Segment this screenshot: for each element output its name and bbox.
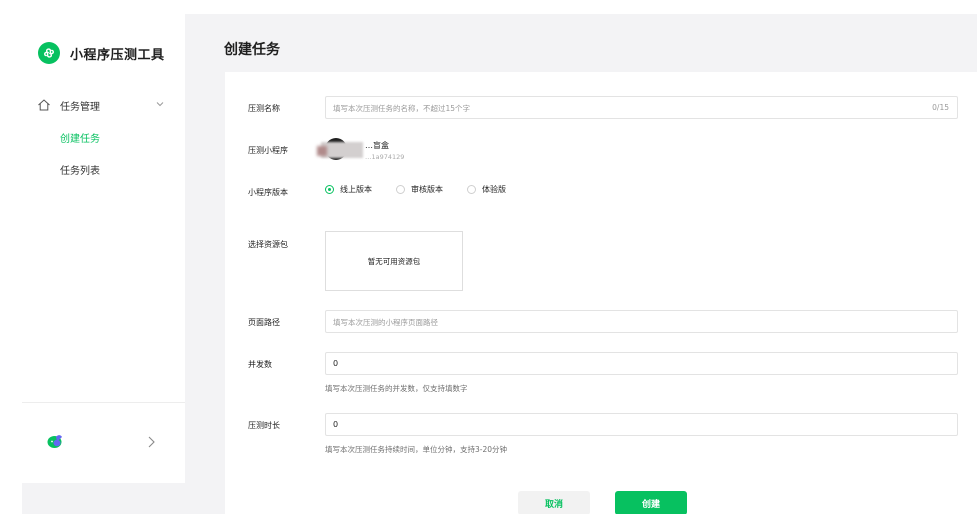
path-label: 页面路径	[248, 318, 280, 327]
version-label: 小程序版本	[248, 188, 288, 197]
redacted-overlay	[321, 142, 363, 158]
duration-input[interactable]: 0	[325, 413, 958, 436]
duration-label: 压测时长	[248, 421, 280, 430]
resource-package-selector[interactable]: 暂无可用资源包	[325, 231, 463, 291]
sidebar-item-task-list[interactable]: 任务列表	[60, 162, 100, 177]
miniprogram-name: …盲盒	[365, 141, 389, 150]
radio-label: 体验版	[482, 184, 506, 194]
version-option-online[interactable]: 线上版本	[325, 184, 372, 195]
package-label: 选择资源包	[248, 240, 288, 249]
page-path-input[interactable]: 填写本次压测的小程序页面路径	[325, 310, 958, 333]
sidebar: 小程序压测工具 任务管理 创建任务 任务列表	[22, 14, 185, 483]
radio-unchecked-icon	[396, 184, 405, 194]
miniprogram-label: 压测小程序	[248, 146, 288, 155]
task-name-placeholder: 填写本次压测任务的名称，不超过15个字	[333, 104, 471, 113]
miniprogram-appid: …1a974129	[365, 153, 405, 161]
version-option-review[interactable]: 审核版本	[396, 184, 443, 195]
app-shell: 小程序压测工具 任务管理 创建任务 任务列表 创建任务 压测名称 填写本次压测任…	[22, 14, 977, 514]
brand: 小程序压测工具	[38, 41, 165, 65]
cancel-button[interactable]: 取消	[518, 491, 590, 514]
sidebar-divider	[22, 402, 185, 403]
chevron-right-icon[interactable]	[146, 435, 156, 449]
version-radio-group: 线上版本 审核版本 体验版	[325, 183, 530, 195]
concurrency-hint: 填写本次压测任务的并发数，仅支持填数字	[325, 384, 468, 393]
redacted-overlay	[317, 146, 327, 156]
create-button[interactable]: 创建	[615, 491, 687, 514]
radio-unchecked-icon	[467, 184, 476, 194]
create-task-form: 压测名称 填写本次压测任务的名称，不超过15个字 0/15 压测小程序 …盲盒 …	[225, 72, 977, 514]
duration-hint: 填写本次压测任务持续时间，单位分钟，支持3-20分钟	[325, 445, 508, 454]
sidebar-item-create-task[interactable]: 创建任务	[60, 130, 100, 145]
page-path-placeholder: 填写本次压测的小程序页面路径	[333, 318, 438, 327]
sidebar-group-task-management[interactable]: 任务管理	[37, 96, 165, 114]
wechat-mascot-icon[interactable]	[46, 433, 64, 449]
radio-label: 线上版本	[340, 184, 372, 194]
chevron-down-icon[interactable]	[155, 99, 165, 109]
brand-title: 小程序压测工具	[70, 47, 165, 63]
concurrency-input[interactable]: 0	[325, 352, 958, 375]
radio-checked-icon	[325, 184, 334, 194]
package-empty-text: 暂无可用资源包	[367, 257, 421, 266]
miniprogram-logo-icon	[38, 42, 60, 64]
sidebar-group-label: 任务管理	[60, 101, 100, 113]
version-option-trial[interactable]: 体验版	[467, 184, 506, 195]
home-icon	[38, 99, 50, 111]
task-name-input[interactable]: 填写本次压测任务的名称，不超过15个字 0/15	[325, 96, 958, 119]
duration-value: 0	[333, 420, 339, 429]
page-title: 创建任务	[224, 42, 280, 58]
task-name-counter: 0/15	[932, 103, 949, 112]
radio-label: 审核版本	[411, 184, 443, 194]
concurrency-value: 0	[333, 359, 339, 368]
name-label: 压测名称	[248, 104, 280, 113]
concurrency-label: 并发数	[248, 360, 272, 369]
